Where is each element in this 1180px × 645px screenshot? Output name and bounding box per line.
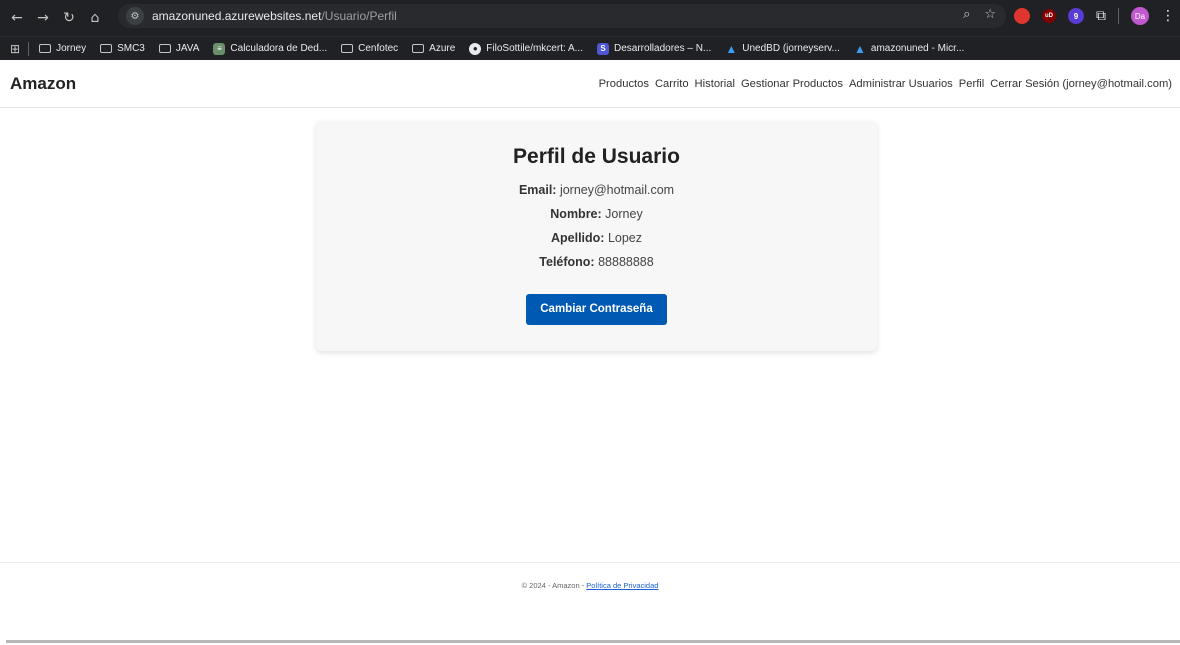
reload-icon[interactable]: ↻ <box>58 7 80 29</box>
bookmark-item[interactable]: S Desarrolladores – N... <box>597 42 712 55</box>
folder-icon <box>412 44 425 53</box>
profile-nombre: Nombre: Jorney <box>316 202 877 226</box>
address-bar[interactable]: ⚙ amazonuned.azurewebsites.net/Usuario/P… <box>118 4 1006 28</box>
profile-fields: Email: jorney@hotmail.com Nombre: Jorney… <box>316 178 877 274</box>
azure-icon: ▲ <box>853 41 866 56</box>
bookmark-item[interactable]: ● FiloSottile/mkcert: A... <box>469 42 583 55</box>
calculator-icon: ≡ <box>213 42 226 55</box>
footer-copyright: © 2024 - Amazon - <box>521 581 587 590</box>
nav-perfil[interactable]: Perfil <box>959 78 985 90</box>
url-path: /Usuario/Perfil <box>321 9 397 23</box>
browser-toolbar: ← → ↻ ⌂ ⚙ amazonuned.azurewebsites.net/U… <box>0 0 1180 36</box>
bookmark-item[interactable]: ≡ Calculadora de Ded... <box>213 42 328 55</box>
telefono-label: Teléfono: <box>539 255 595 269</box>
profile-telefono: Teléfono: 88888888 <box>316 250 877 274</box>
bookmarks-divider <box>28 41 30 56</box>
apps-grid-icon[interactable]: ⊞ <box>10 42 20 56</box>
bookmark-label: Azure <box>429 43 456 54</box>
extensions-area: uD 9 ⧉ Da ⋮ <box>1014 7 1175 25</box>
telefono-value: 88888888 <box>598 255 654 269</box>
bookmark-label: Cenfotec <box>358 43 399 54</box>
extension-red-icon[interactable] <box>1014 8 1030 24</box>
extensions-puzzle-icon[interactable]: ⧉ <box>1096 8 1106 24</box>
ublock-icon[interactable]: uD <box>1042 9 1056 23</box>
nombre-label: Nombre: <box>550 207 602 221</box>
privacy-policy-link[interactable]: Política de Privacidad <box>586 581 658 590</box>
bookmark-star-icon[interactable]: ☆ <box>984 7 996 22</box>
url-text[interactable]: amazonuned.azurewebsites.net/Usuario/Per… <box>152 9 397 23</box>
brand-logo[interactable]: Amazon <box>10 74 76 94</box>
azure-icon: ▲ <box>725 41 738 56</box>
bookmark-label: JAVA <box>175 43 200 54</box>
back-arrow-icon[interactable]: ← <box>6 7 28 29</box>
nav-carrito[interactable]: Carrito <box>655 78 689 90</box>
nav-gestionar-productos[interactable]: Gestionar Productos <box>741 78 843 90</box>
email-value: jorney@hotmail.com <box>559 183 675 197</box>
main-nav: Productos Carrito Historial Gestionar Pr… <box>599 78 1172 90</box>
bookmark-label: Desarrolladores – N... <box>614 43 712 54</box>
page-title: Perfil de Usuario <box>513 145 680 168</box>
profile-avatar[interactable]: Da <box>1131 7 1149 25</box>
change-password-button[interactable]: Cambiar Contraseña <box>526 294 667 325</box>
bookmark-item[interactable]: ▲ UnedBD (jorneyserv... <box>725 41 840 56</box>
toolbar-divider <box>1118 8 1119 24</box>
folder-icon <box>39 44 52 53</box>
bookmark-item[interactable]: Jorney <box>39 43 86 54</box>
github-icon: ● <box>469 42 482 55</box>
bookmark-item[interactable]: JAVA <box>158 43 200 54</box>
url-host: amazonuned.azurewebsites.net <box>152 9 322 23</box>
bookmark-label: SMC3 <box>117 43 145 54</box>
s-icon: S <box>597 42 609 55</box>
bookmark-label: FiloSottile/mkcert: A... <box>486 43 583 54</box>
nav-productos[interactable]: Productos <box>599 78 649 90</box>
bookmark-item[interactable]: SMC3 <box>100 43 145 54</box>
folder-icon <box>341 44 354 53</box>
bookmark-label: Calculadora de Ded... <box>230 43 328 54</box>
nombre-value: Jorney <box>605 207 643 221</box>
profile-apellido: Apellido: Lopez <box>316 226 877 250</box>
nav-historial[interactable]: Historial <box>695 78 735 90</box>
profile-card: Perfil de Usuario Email: jorney@hotmail.… <box>316 121 877 351</box>
bookmark-item[interactable]: Azure <box>412 43 455 54</box>
site-info-icon[interactable]: ⚙ <box>126 7 144 25</box>
bookmark-item[interactable]: ▲ amazonuned - Micr... <box>853 41 965 56</box>
apellido-value: Lopez <box>607 231 642 245</box>
site-header: Amazon Productos Carrito Historial Gesti… <box>0 60 1180 108</box>
bookmark-item[interactable]: Cenfotec <box>341 43 398 54</box>
site-footer: © 2024 - Amazon - Política de Privacidad <box>0 562 1180 622</box>
zoom-icon[interactable]: ⌕ <box>963 7 970 22</box>
nav-administrar-usuarios[interactable]: Administrar Usuarios <box>849 78 953 90</box>
bookmark-label: Jorney <box>56 43 87 54</box>
home-icon[interactable]: ⌂ <box>84 7 106 29</box>
profile-email: Email: jorney@hotmail.com <box>316 178 877 202</box>
email-label: Email: <box>518 183 557 197</box>
apellido-label: Apellido: <box>550 231 605 245</box>
folder-icon <box>100 44 113 53</box>
folder-icon <box>158 44 171 53</box>
extension-badge-icon[interactable]: 9 <box>1068 8 1084 24</box>
bookmark-label: UnedBD (jorneyserv... <box>742 43 840 54</box>
kebab-menu-icon[interactable]: ⋮ <box>1161 8 1175 24</box>
forward-arrow-icon[interactable]: → <box>32 7 54 29</box>
nav-cerrar-sesion[interactable]: Cerrar Sesión (jorney@hotmail.com) <box>990 78 1172 90</box>
bookmark-label: amazonuned - Micr... <box>870 43 965 54</box>
bookmarks-bar: ⊞ Jorney SMC3 JAVA ≡ Calculadora de Ded..… <box>0 36 1180 60</box>
browser-nav-buttons: ← → ↻ ⌂ <box>0 7 106 29</box>
window-bottom-border <box>6 640 1180 643</box>
